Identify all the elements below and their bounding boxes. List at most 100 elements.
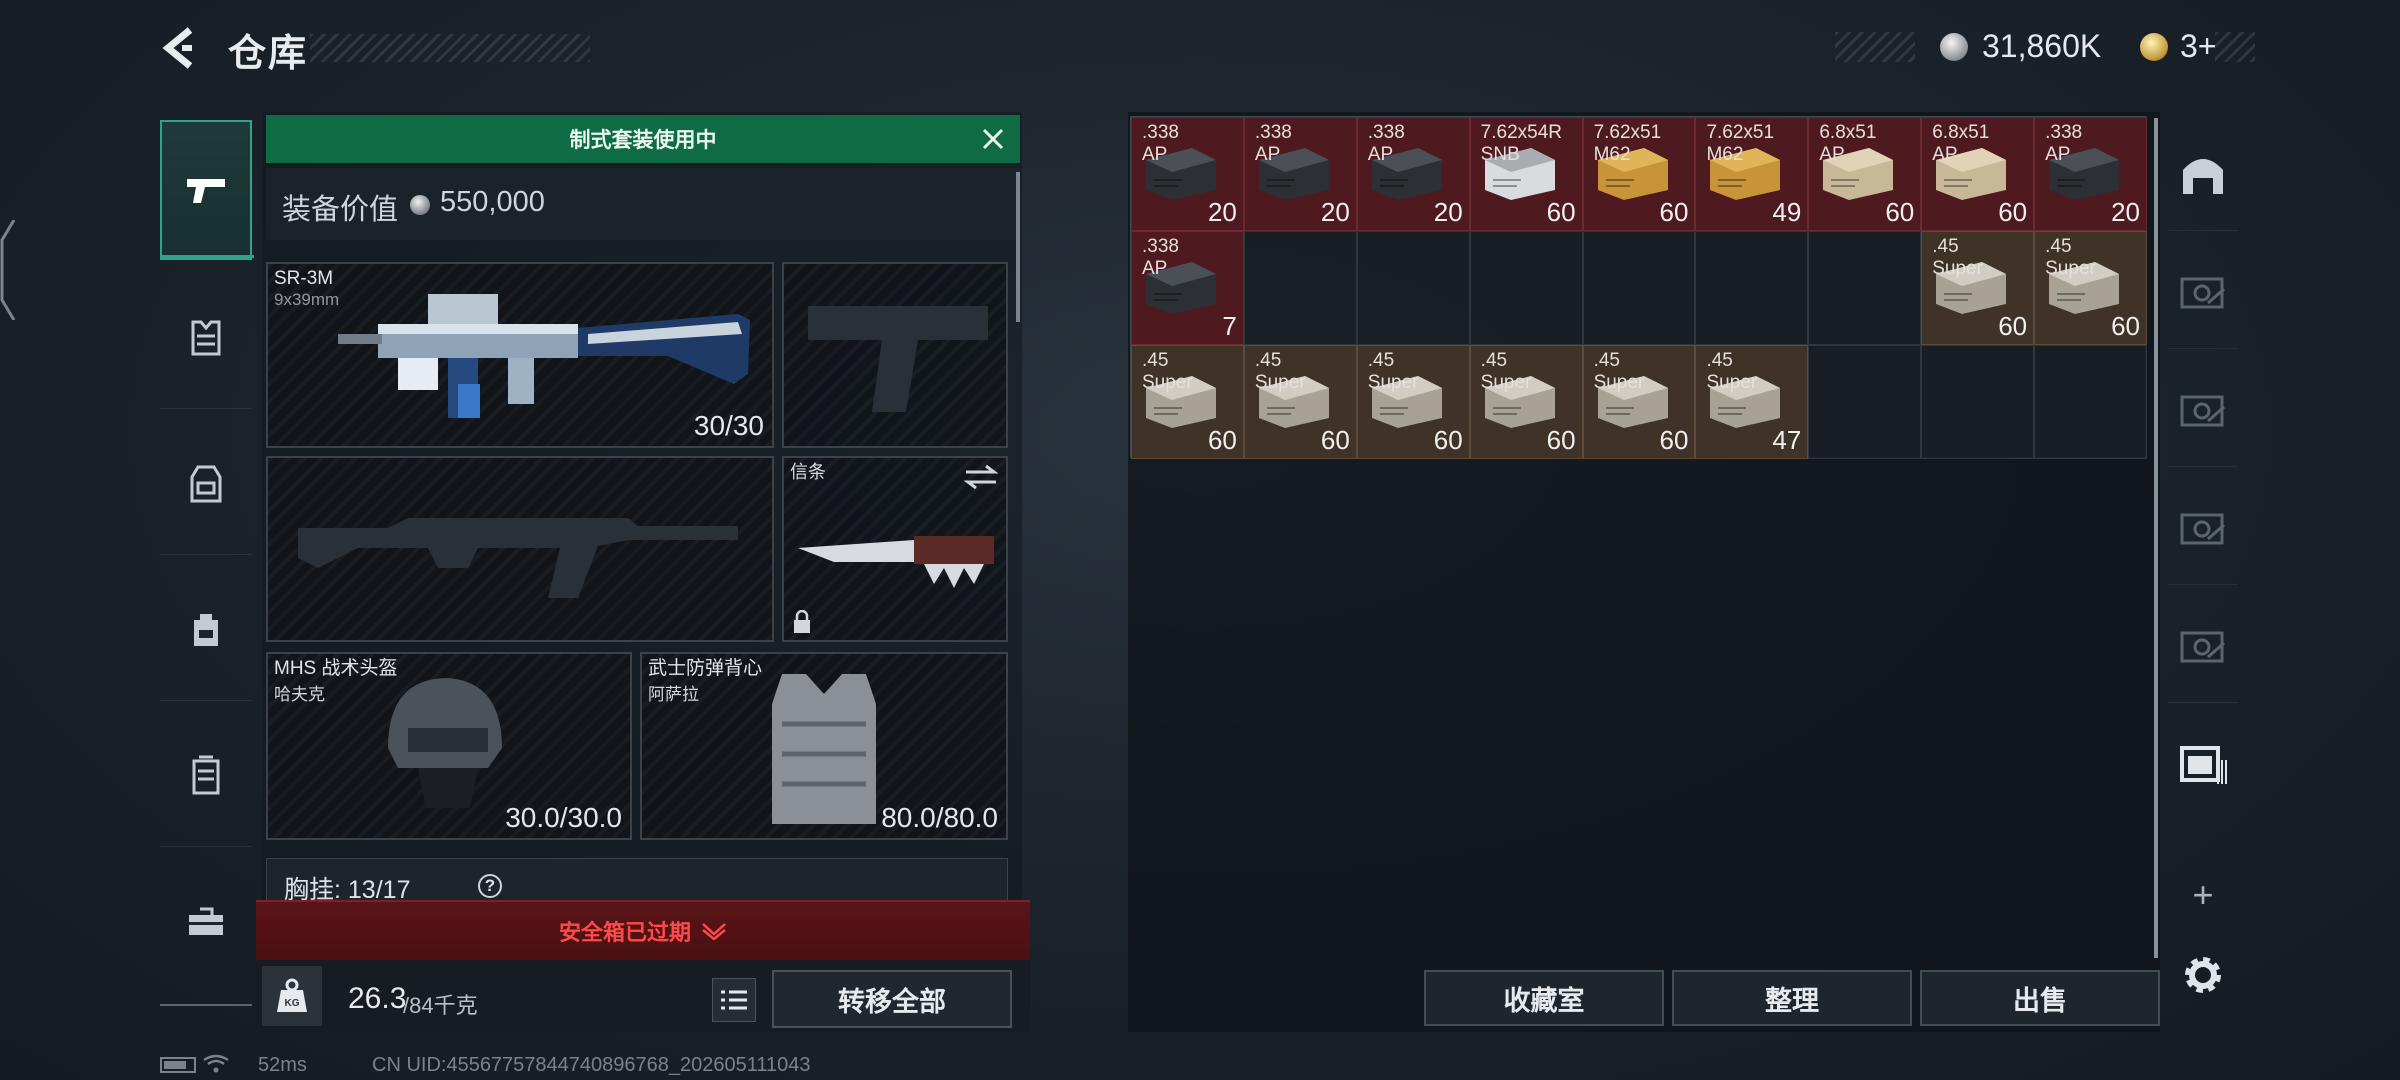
category-backpack[interactable] <box>160 560 252 701</box>
storage-item[interactable]: .338 AP 20 <box>1131 117 1244 231</box>
storage-item[interactable]: .45 Super 60 <box>1921 231 2035 345</box>
melee-name: 信条 <box>790 462 826 482</box>
storage-item[interactable]: 7.62x51 M62 60 <box>1582 117 1696 231</box>
ammo-type: Super <box>1480 372 1532 393</box>
category-armor[interactable] <box>160 268 252 409</box>
armor-durability: 80.0/80.0 <box>881 802 998 833</box>
ammo-type: SNB <box>1480 144 1520 165</box>
secure-container-expired-bar[interactable]: 安全箱已过期 <box>256 900 1030 960</box>
storage-item[interactable]: .338 AP 7 <box>1131 231 1244 345</box>
storage-tab-2[interactable] <box>2168 234 2238 349</box>
ammo-type: Super <box>1367 372 1419 393</box>
ammo-caliber: .45 <box>2045 236 2072 257</box>
helmet-faction: 哈夫克 <box>274 685 325 704</box>
storage-tab-4[interactable] <box>2168 470 2238 585</box>
svg-text:KG: KG <box>285 998 300 1009</box>
ammo-caliber: 7.62x51 <box>1706 122 1775 143</box>
item-quantity: 20 <box>1207 197 1237 227</box>
armor-vest-icon <box>772 674 876 824</box>
storage-empty-cell[interactable] <box>1808 345 1922 459</box>
storage-empty-cell[interactable] <box>1808 231 1922 345</box>
weapon-caliber: 9x39mm <box>274 290 340 309</box>
storage-item[interactable]: 6.8x51 AP 60 <box>1921 117 2035 231</box>
storage-item[interactable]: .45 Super 60 <box>1356 345 1470 459</box>
transfer-all-button[interactable]: 转移全部 <box>772 970 1012 1028</box>
category-toolbox[interactable] <box>160 852 252 992</box>
storage-empty-cell[interactable] <box>1695 231 1809 345</box>
sort-button[interactable]: 整理 <box>1672 970 1912 1026</box>
crate-icon <box>2180 513 2225 545</box>
storage-item[interactable]: 7.62x54R SNB 60 <box>1469 117 1583 231</box>
add-tab-button[interactable]: + <box>2183 875 2223 915</box>
storage-tab-5[interactable] <box>2168 588 2238 703</box>
ammo-caliber: .45 <box>1706 350 1733 371</box>
storage-item[interactable]: .338 AP 20 <box>1356 117 1470 231</box>
storage-item[interactable]: .338 AP 20 <box>1243 117 1357 231</box>
storage-empty-cell[interactable] <box>1356 231 1470 345</box>
ammo-type: AP <box>1367 144 1394 165</box>
storage-empty-cell[interactable] <box>1582 231 1696 345</box>
item-quantity: 60 <box>1998 311 2028 341</box>
category-rig[interactable] <box>160 414 252 555</box>
body-armor-slot[interactable]: 武士防弹背心 阿萨拉 80.0/80.0 <box>640 652 1008 840</box>
storage-item[interactable]: .45 Super 60 <box>1243 345 1357 459</box>
storage-item[interactable]: .45 Super 47 <box>1695 345 1809 459</box>
shelf-icon <box>2180 746 2227 784</box>
gold-balance[interactable]: 3+ <box>2180 28 2216 65</box>
storage-tab-3[interactable] <box>2168 352 2238 467</box>
ammo-caliber: .338 <box>1142 236 1179 257</box>
close-icon[interactable] <box>978 124 1008 154</box>
storage-tab-home[interactable] <box>2168 116 2238 231</box>
ammo-type: Super <box>1593 372 1645 393</box>
primary-weapon-slot[interactable]: SR-3M 9x39mm 30/30 <box>266 262 774 448</box>
storage-item[interactable]: 7.62x51 M62 49 <box>1695 117 1809 231</box>
storage-empty-cell[interactable] <box>1469 231 1583 345</box>
storage-item[interactable]: 6.8x51 AP 60 <box>1808 117 1922 231</box>
rifle-silhouette-icon <box>298 518 738 598</box>
category-weapons[interactable] <box>160 120 254 260</box>
melee-slot[interactable]: 信条 <box>782 456 1008 642</box>
secondary-primary-slot[interactable] <box>266 456 774 642</box>
loadout-scrollbar[interactable] <box>1016 172 1020 322</box>
storage-scrollbar[interactable] <box>2154 118 2158 958</box>
gear-icon[interactable] <box>2180 952 2226 998</box>
helmet-slot[interactable]: MHS 战术头盔 哈夫克 30.0/30.0 <box>266 652 632 840</box>
item-quantity: 60 <box>2111 311 2141 341</box>
swap-icon[interactable] <box>964 464 998 490</box>
secondary-weapon-slot[interactable] <box>782 262 1008 448</box>
ammo-type: Super <box>1706 372 1758 393</box>
storage-item[interactable]: .45 Super 60 <box>1469 345 1583 459</box>
helmet-durability: 30.0/30.0 <box>505 802 622 833</box>
item-quantity: 60 <box>1659 197 1689 227</box>
collection-room-button[interactable]: 收藏室 <box>1424 970 1664 1026</box>
storage-tab-6[interactable] <box>2168 706 2238 820</box>
help-icon[interactable]: ? <box>478 874 502 898</box>
chest-rig-icon <box>190 465 222 503</box>
pistol-icon <box>187 179 225 203</box>
storage-item[interactable]: .338 AP 20 <box>2034 117 2148 231</box>
ammo-type: Super <box>1254 372 1306 393</box>
crate-icon <box>2180 631 2225 663</box>
category-container[interactable] <box>160 706 252 847</box>
item-quantity: 60 <box>1207 425 1237 455</box>
storage-empty-cell[interactable] <box>2034 345 2148 459</box>
side-handle[interactable] <box>0 219 18 321</box>
banner-text: 制式套装使用中 <box>569 129 717 152</box>
ammo-caliber: 6.8x51 <box>1932 122 1990 143</box>
silver-coin-icon <box>1940 33 1968 61</box>
gold-coin-icon <box>2140 33 2168 61</box>
back-button[interactable] <box>160 26 200 70</box>
storage-item[interactable]: .45 Super 60 <box>1582 345 1696 459</box>
storage-empty-cell[interactable] <box>1921 345 2035 459</box>
storage-item[interactable]: .45 Super 60 <box>2034 231 2148 345</box>
storage-empty-cell[interactable] <box>1243 231 1357 345</box>
armor-faction: 阿萨拉 <box>648 685 699 704</box>
storage-item[interactable]: .45 Super 60 <box>1131 345 1244 459</box>
pistol-silhouette-icon <box>808 306 988 412</box>
sell-button[interactable]: 出售 <box>1920 970 2160 1026</box>
ammo-caliber: .338 <box>2045 122 2083 143</box>
item-quantity: 49 <box>1772 197 1802 227</box>
weapon-ammo: 30/30 <box>693 410 764 441</box>
ammo-caliber: .45 <box>1367 350 1395 371</box>
list-view-button[interactable] <box>712 978 756 1022</box>
